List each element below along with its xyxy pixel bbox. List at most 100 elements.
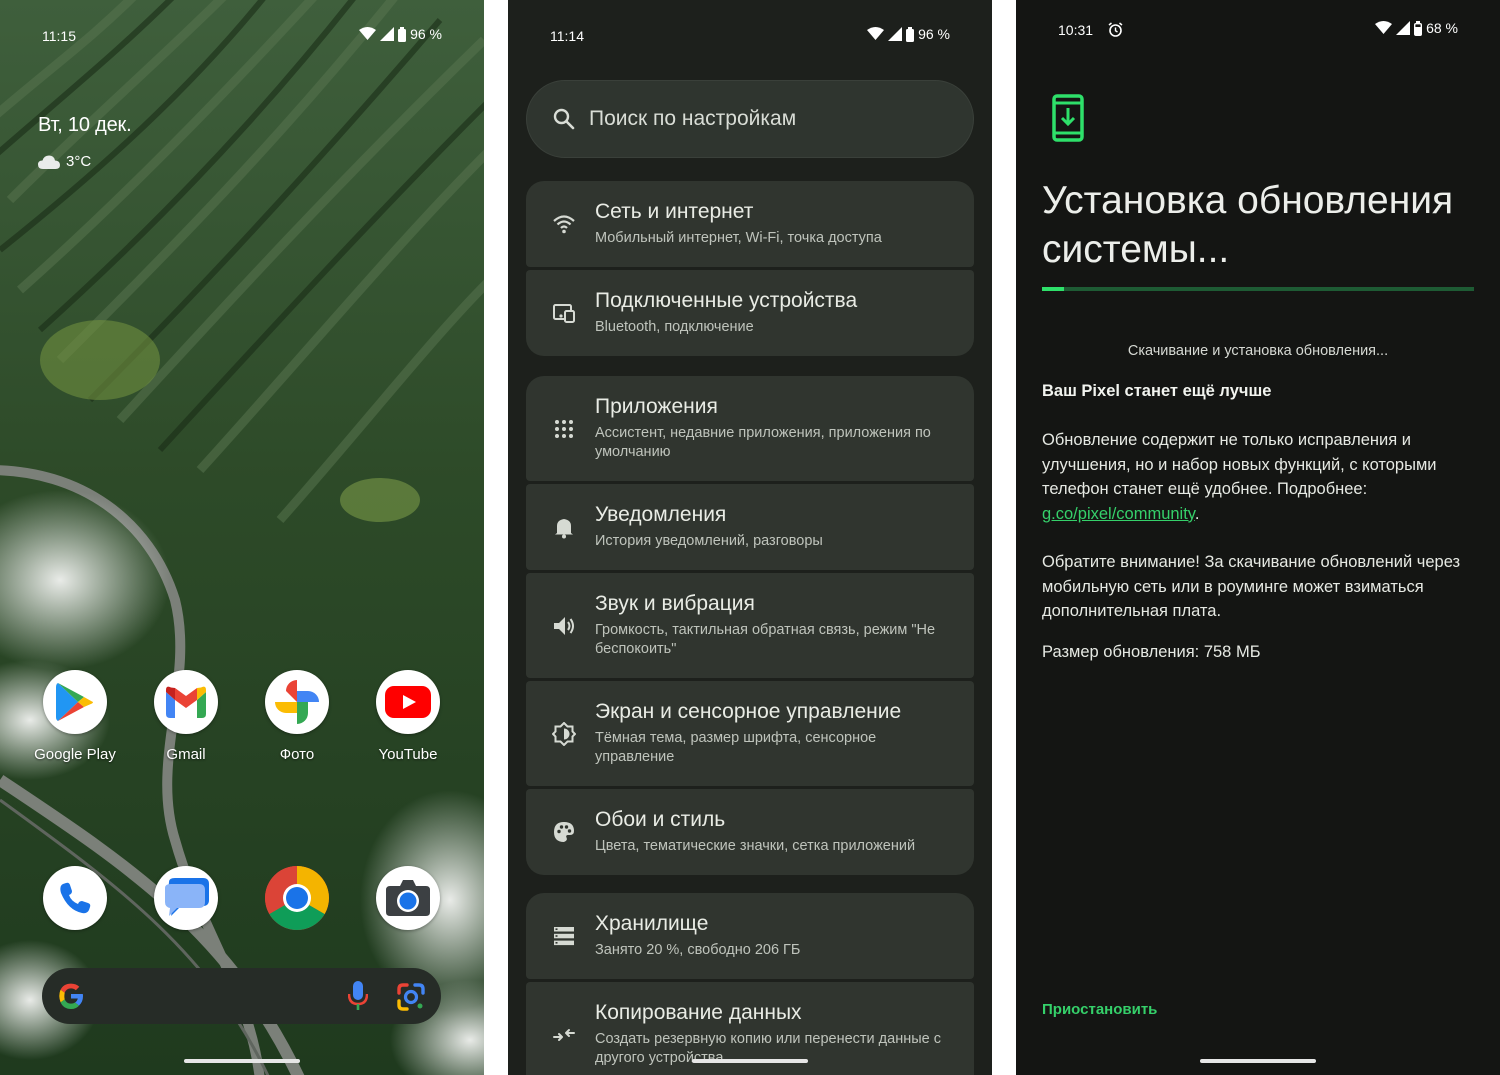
gesture-nav-bar[interactable] (1200, 1059, 1316, 1063)
app-youtube[interactable]: YouTube (358, 670, 458, 763)
settings-item-subtitle: Громкость, тактильная обратная связь, ре… (595, 622, 936, 657)
settings-item-subtitle: Цвета, тематические значки, сетка прилож… (595, 838, 916, 854)
dock-phone[interactable] (25, 866, 125, 930)
settings-item-title: Уведомления (595, 503, 727, 526)
photos-icon (275, 680, 319, 724)
google-g-icon (59, 983, 83, 1009)
settings-item-subtitle: Тёмная тема, размер шрифта, сенсорное уп… (595, 730, 877, 765)
backup-icon (553, 1028, 575, 1041)
settings-item-connected-devices[interactable]: Подключенные устройства Bluetooth, подкл… (526, 270, 974, 356)
system-update-icon (1052, 94, 1084, 142)
signal-status-icon (888, 27, 903, 41)
settings-item-title: Обои и стиль (595, 808, 726, 831)
settings-item-notifications[interactable]: Уведомления История уведомлений, разгово… (526, 484, 974, 570)
google-play-icon (56, 683, 93, 721)
search-placeholder: Поиск по настройкам (589, 107, 797, 130)
app-google-play[interactable]: Google Play (25, 670, 125, 763)
chrome-icon (265, 866, 329, 930)
battery-percent: 96 % (918, 26, 950, 42)
battery-percent: 68 % (1426, 20, 1458, 36)
lens-icon[interactable] (397, 983, 425, 1011)
weather-temperature: 3°C (66, 153, 92, 170)
palette-icon (554, 822, 574, 842)
camera-icon (386, 880, 430, 916)
battery-percent: 96 % (410, 26, 442, 42)
settings-screen: 11:14 96 % Поиск по настройкам Сеть и ин… (508, 0, 992, 1075)
settings-search-bar[interactable]: Поиск по настройкам (526, 80, 974, 158)
wifi-icon (553, 215, 575, 234)
gesture-nav-bar[interactable] (184, 1059, 300, 1063)
settings-item-title: Экран и сенсорное управление (595, 700, 902, 723)
apps-grid-icon (555, 419, 573, 438)
app-label: Фото (279, 746, 315, 763)
settings-item-subtitle: Ассистент, недавние приложения, приложен… (595, 425, 931, 460)
settings-group: Приложения Ассистент, недавние приложени… (526, 376, 974, 878)
wifi-status-icon (867, 27, 885, 40)
update-data-warning: Обратите внимание! За скачивание обновле… (1042, 553, 1461, 620)
settings-item-subtitle: Мобильный интернет, Wi-Fi, точка доступа (595, 230, 882, 246)
status-bar: 11:14 96 % (508, 24, 992, 48)
update-status-text: Скачивание и установка обновления... (1127, 343, 1389, 359)
app-label: YouTube (378, 746, 438, 763)
settings-item-subtitle: История уведомлений, разговоры (595, 533, 823, 549)
search-icon (553, 108, 575, 130)
mic-icon[interactable] (348, 981, 368, 1011)
alarm-icon (1108, 22, 1123, 37)
app-label: Google Play (34, 746, 116, 763)
dock-camera[interactable] (358, 866, 458, 930)
update-size: Размер обновления: 758 МБ (1042, 643, 1261, 661)
status-time: 10:31 (1058, 22, 1094, 38)
speaker-icon (554, 616, 574, 635)
storage-icon (554, 927, 574, 946)
settings-item-subtitle: Занято 20 %, свободно 206 ГБ (595, 942, 801, 958)
app-photos[interactable]: Фото (247, 670, 347, 763)
status-time: 11:14 (550, 28, 584, 44)
weather-widget[interactable]: 3°C (38, 153, 91, 170)
settings-item-title: Подключенные устройства (595, 289, 858, 312)
brightness-icon (552, 721, 576, 746)
home-screen: 11:15 96 % Вт, 10 дек. 3°C Google Play G… (0, 0, 484, 1075)
youtube-icon (385, 686, 431, 718)
status-time: 11:15 (42, 28, 76, 44)
phone-icon (60, 882, 91, 914)
settings-item-title: Копирование данных (595, 1001, 802, 1024)
signal-status-icon (380, 27, 395, 41)
wifi-status-icon (359, 27, 377, 40)
update-description: Обновление содержит не только исправлени… (1042, 431, 1437, 523)
learn-more-link[interactable]: g.co/pixel/community (1042, 505, 1195, 523)
settings-item-subtitle: Bluetooth, подключение (595, 319, 754, 335)
settings-item-storage[interactable]: Хранилище Занято 20 %, свободно 206 ГБ (526, 893, 974, 979)
signal-status-icon (1396, 21, 1411, 35)
system-update-screen: 10:31 68 % Установка обновления системы.… (1016, 0, 1500, 1075)
settings-group: Сеть и интернет Мобильный интернет, Wi-F… (526, 181, 974, 359)
status-bar: 11:15 96 % (0, 24, 484, 48)
wifi-status-icon (1375, 21, 1393, 34)
settings-item-display[interactable]: Экран и сенсорное управление Тёмная тема… (526, 681, 974, 786)
update-progress-bar (1042, 287, 1474, 291)
pause-button[interactable]: Приостановить (1042, 1001, 1157, 1018)
settings-item-title: Хранилище (595, 912, 709, 935)
devices-icon (553, 304, 575, 323)
settings-item-title: Сеть и интернет (595, 200, 754, 223)
battery-status-icon (398, 26, 407, 42)
battery-status-icon (1414, 20, 1423, 36)
settings-item-title: Звук и вибрация (595, 592, 755, 615)
settings-item-apps[interactable]: Приложения Ассистент, недавние приложени… (526, 376, 974, 481)
google-search-bar[interactable] (42, 968, 441, 1024)
dock-messages[interactable] (136, 866, 236, 930)
gesture-nav-bar[interactable] (692, 1059, 808, 1063)
app-label: Gmail (166, 746, 206, 763)
update-headline: Ваш Pixel станет ещё лучше (1042, 382, 1272, 400)
update-title: Установка обновления системы... (1042, 179, 1454, 271)
messages-icon (165, 878, 209, 916)
battery-status-icon (906, 26, 915, 42)
settings-item-wallpaper[interactable]: Обои и стиль Цвета, тематические значки,… (526, 789, 974, 875)
dock-chrome[interactable] (247, 866, 347, 930)
bell-icon (555, 519, 573, 539)
status-bar: 10:31 68 % (1016, 18, 1500, 42)
settings-item-title: Приложения (595, 395, 718, 418)
settings-item-sound[interactable]: Звук и вибрация Громкость, тактильная об… (526, 573, 974, 678)
date-widget[interactable]: Вт, 10 дек. (38, 114, 132, 137)
settings-item-network[interactable]: Сеть и интернет Мобильный интернет, Wi-F… (526, 181, 974, 267)
app-gmail[interactable]: Gmail (136, 670, 236, 763)
